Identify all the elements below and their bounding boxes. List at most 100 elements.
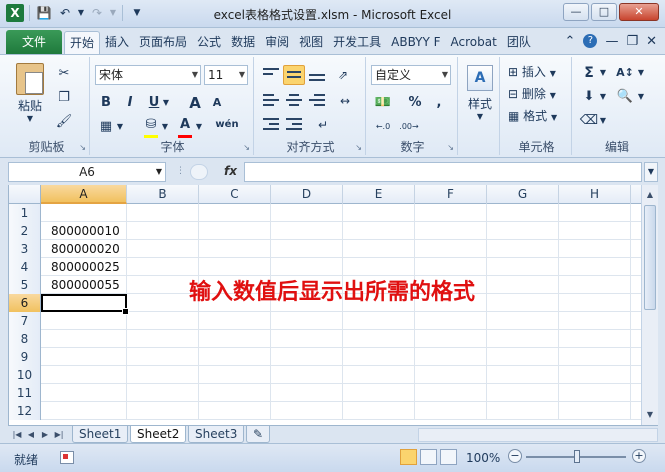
row-header[interactable]: 6 [9,294,41,312]
tab-review[interactable]: 审阅 [260,31,294,54]
cell[interactable] [271,366,343,384]
row-header[interactable]: 12 [9,402,41,420]
number-format-select[interactable]: 自定义 ▼ [371,65,451,85]
cell-a12[interactable] [41,402,127,420]
cell[interactable] [199,222,271,240]
row-header[interactable]: 10 [9,366,41,384]
workbook-minimize-icon[interactable]: — [605,34,618,49]
close-button[interactable]: ✕ [619,3,659,21]
cell[interactable] [199,366,271,384]
cell[interactable] [415,312,487,330]
cell[interactable] [199,204,271,222]
copy-icon[interactable]: ❐ [54,89,74,107]
cell[interactable] [271,384,343,402]
tab-data[interactable]: 数据 [226,31,260,54]
cell[interactable] [343,240,415,258]
cell[interactable] [415,240,487,258]
tab-home[interactable]: 开始 [64,31,101,54]
cell[interactable] [487,402,559,420]
cell-a8[interactable] [41,330,127,348]
select-all-corner[interactable] [9,185,41,204]
grow-font-button[interactable]: A [184,93,206,113]
format-cells-button[interactable]: ▦ 格式 ▼ [508,107,557,124]
row-header[interactable]: 3 [9,240,41,258]
fill-dropdown-icon[interactable]: ▼ [598,87,608,107]
column-header-b[interactable]: B [127,185,199,204]
underline-dropdown-icon[interactable]: ▼ [161,93,171,113]
tab-team[interactable]: 团队 [502,31,536,54]
cell-a1[interactable] [41,204,127,222]
last-sheet-icon[interactable]: ▶| [52,427,66,443]
sheet-tab-sheet2[interactable]: Sheet2 [130,426,187,443]
cell[interactable] [415,348,487,366]
zoom-level[interactable]: 100% [466,451,500,465]
orientation-icon[interactable]: ⇗ [332,65,354,85]
cell[interactable] [127,330,199,348]
styles-button[interactable]: A 样式 ▼ [463,65,497,121]
find-select-dropdown-icon[interactable]: ▼ [636,87,646,107]
zoom-in-button[interactable]: + [632,449,646,463]
cell[interactable] [127,240,199,258]
vertical-scrollbar[interactable]: ▲ ▼ [641,185,658,425]
cell-a7[interactable] [41,312,127,330]
cell[interactable] [559,330,631,348]
cell-a3[interactable]: 800000020 [41,240,127,258]
alignment-launcher-icon[interactable]: ↘ [355,143,362,152]
cell[interactable] [559,258,631,276]
column-header-c[interactable]: C [199,185,271,204]
cell-a4[interactable]: 800000025 [41,258,127,276]
cell[interactable] [559,366,631,384]
fill-color-dropdown-icon[interactable]: ▼ [160,117,170,137]
cell-a5[interactable]: 800000055 [41,276,127,294]
worksheet-grid[interactable]: A B C D E F G H 1 2 800000010 3 80000002… [8,185,641,425]
tab-abbyy[interactable]: ABBYY F [386,31,445,54]
cell-a2[interactable]: 800000010 [41,222,127,240]
format-painter-icon[interactable]: 🖌 [54,113,74,131]
decrease-decimal-icon[interactable]: .00→ [398,117,420,137]
column-header-g[interactable]: G [487,185,559,204]
row-header[interactable]: 4 [9,258,41,276]
align-right-icon[interactable] [306,91,328,111]
clear-dropdown-icon[interactable]: ▼ [598,111,608,131]
normal-view-icon[interactable] [400,449,417,465]
autosum-button[interactable]: Σ [578,63,600,83]
scroll-down-icon[interactable]: ▼ [642,407,658,423]
page-break-view-icon[interactable] [440,449,457,465]
cut-icon[interactable]: ✂ [54,65,74,83]
scroll-thumb[interactable] [644,205,656,310]
next-sheet-icon[interactable]: ▶ [38,427,52,443]
sheet-tab-sheet3[interactable]: Sheet3 [188,426,245,443]
zoom-out-button[interactable]: − [508,449,522,463]
cell[interactable] [559,384,631,402]
align-bottom-icon[interactable] [306,65,328,85]
column-header-h[interactable]: H [559,185,631,204]
cell[interactable] [487,366,559,384]
cell[interactable] [415,366,487,384]
autosum-dropdown-icon[interactable]: ▼ [598,63,608,83]
increase-indent-icon[interactable] [283,115,305,135]
cell-a11[interactable] [41,384,127,402]
cell[interactable] [487,384,559,402]
cell[interactable] [559,312,631,330]
workbook-restore-icon[interactable]: ❐ [626,34,638,49]
tab-page-layout[interactable]: 页面布局 [134,31,192,54]
row-header[interactable]: 11 [9,384,41,402]
tab-view[interactable]: 视图 [294,31,328,54]
paste-button[interactable]: 粘贴 ▼ [12,63,48,123]
cell[interactable] [487,312,559,330]
font-launcher-icon[interactable]: ↘ [243,143,250,152]
column-header-d[interactable]: D [271,185,343,204]
merge-center-icon[interactable]: ↔ [334,91,356,111]
cell[interactable] [127,204,199,222]
find-select-icon[interactable]: 🔍 [614,87,636,107]
cell[interactable] [271,312,343,330]
page-layout-view-icon[interactable] [420,449,437,465]
insert-cells-button[interactable]: ⊞ 插入 ▼ [508,63,556,80]
cell[interactable] [271,204,343,222]
cell[interactable] [127,402,199,420]
cell[interactable] [487,276,559,294]
name-box[interactable]: A6 ▼ [8,162,166,182]
wrap-text-icon[interactable]: ↵ [312,115,334,135]
column-header-f[interactable]: F [415,185,487,204]
formula-input[interactable] [244,162,642,182]
